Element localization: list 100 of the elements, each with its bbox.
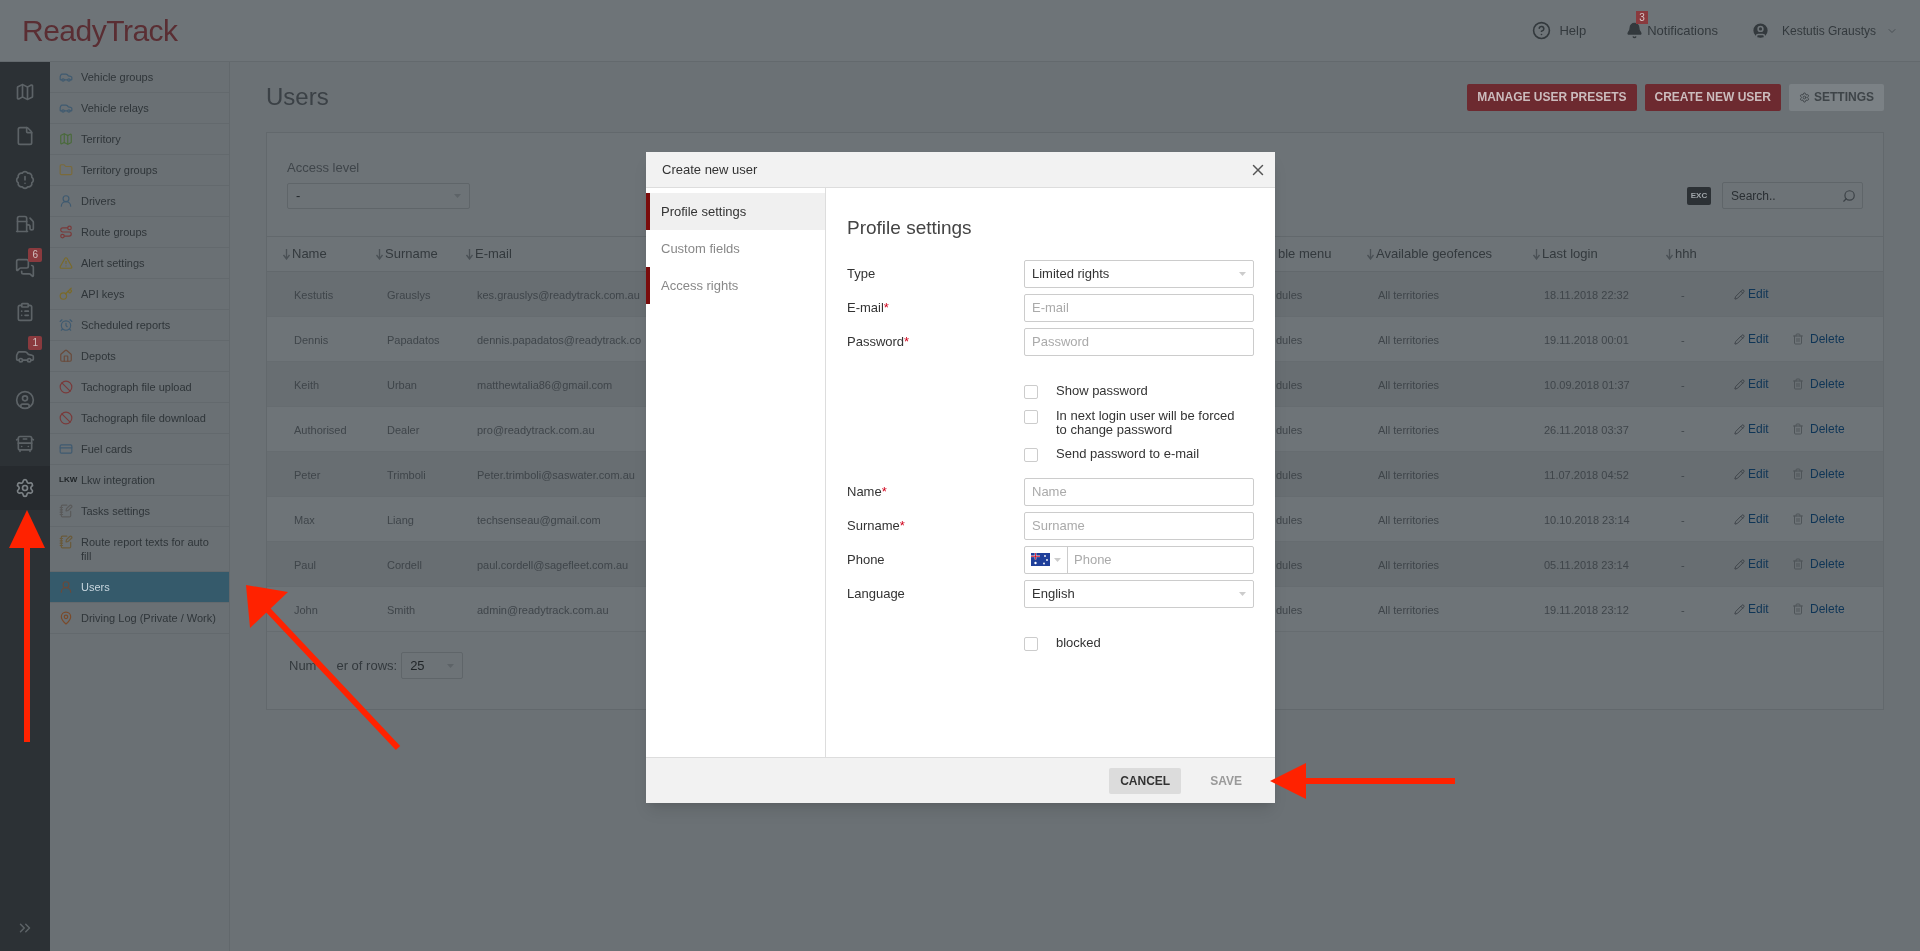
edit-link[interactable]: Edit bbox=[1734, 330, 1769, 348]
text-field[interactable]: E-mail bbox=[1024, 293, 1254, 322]
settings-button[interactable]: SETTINGS bbox=[1789, 83, 1884, 111]
column-header[interactable]: Last login bbox=[1542, 244, 1598, 264]
column-header[interactable]: Name bbox=[292, 244, 327, 264]
delete-link[interactable]: Delete bbox=[1792, 555, 1845, 573]
sidebar-item[interactable]: Scheduled reports bbox=[50, 310, 229, 341]
sidebar-label: Tachograph file upload bbox=[81, 380, 192, 394]
select-field[interactable]: Limited rights bbox=[1024, 259, 1254, 288]
table-cell: - bbox=[1681, 604, 1685, 616]
sidebar-item[interactable]: Driving Log (Private / Work) bbox=[50, 603, 229, 634]
sidebar-label: Territory groups bbox=[81, 163, 158, 177]
document-icon bbox=[15, 126, 35, 146]
export-button[interactable]: EXC bbox=[1687, 186, 1711, 205]
logo[interactable]: ReadyTrack bbox=[22, 8, 178, 53]
rail-item[interactable]: 1 bbox=[0, 334, 50, 378]
field-label: Language bbox=[847, 584, 906, 603]
sidebar-item[interactable]: Alert settings bbox=[50, 248, 229, 279]
sidebar-item[interactable]: Territory bbox=[50, 124, 229, 155]
rail-item[interactable]: 6 bbox=[0, 246, 50, 290]
edit-link[interactable]: Edit bbox=[1734, 555, 1769, 573]
text-field[interactable]: Password bbox=[1024, 327, 1254, 356]
edit-link[interactable]: Edit bbox=[1734, 375, 1769, 393]
edit-link[interactable]: Edit bbox=[1734, 285, 1769, 303]
action-button[interactable]: CREATE NEW USER bbox=[1644, 83, 1781, 111]
delete-link[interactable]: Delete bbox=[1792, 330, 1845, 348]
sidebar-item[interactable]: Tachograph file download bbox=[50, 403, 229, 434]
sidebar-item[interactable]: Users bbox=[50, 572, 229, 603]
count-badge: 6 bbox=[28, 248, 42, 262]
route-icon bbox=[59, 225, 73, 239]
sidebar-item[interactable]: LKW Lkw integration bbox=[50, 465, 229, 496]
delete-link[interactable]: Delete bbox=[1792, 600, 1845, 618]
action-button[interactable]: MANAGE USER PRESETS bbox=[1467, 83, 1637, 111]
sidebar-item[interactable]: Drivers bbox=[50, 186, 229, 217]
phone-field[interactable]: Phone bbox=[1024, 545, 1254, 574]
sidebar-item[interactable]: Vehicle relays bbox=[50, 93, 229, 124]
text-field[interactable]: Surname bbox=[1024, 511, 1254, 540]
column-header[interactable]: hhh bbox=[1675, 244, 1697, 264]
user-name[interactable]: Kestutis Graustys bbox=[1781, 21, 1876, 40]
delete-link[interactable]: Delete bbox=[1792, 510, 1845, 528]
sidebar-item[interactable]: Vehicle groups bbox=[50, 62, 229, 93]
rows-select[interactable]: 25 bbox=[401, 652, 464, 679]
column-header[interactable]: Surname bbox=[385, 244, 438, 264]
dialog-tab[interactable]: Custom fields bbox=[646, 230, 825, 267]
sort-arrow-icon[interactable] bbox=[1367, 248, 1374, 260]
help-link[interactable]: Help bbox=[1559, 20, 1587, 41]
bell-icon[interactable] bbox=[1626, 22, 1644, 39]
search-icon bbox=[1842, 188, 1856, 203]
delete-link[interactable]: Delete bbox=[1792, 375, 1845, 393]
column-header[interactable]: Available geofences bbox=[1376, 244, 1493, 264]
sidebar-item[interactable]: Tasks settings bbox=[50, 496, 229, 527]
sidebar-item[interactable]: Fuel cards bbox=[50, 434, 229, 465]
checkbox[interactable] bbox=[1024, 384, 1038, 399]
phone-input[interactable]: Phone bbox=[1068, 546, 1253, 573]
dialog-tab[interactable]: Access rights bbox=[646, 267, 825, 304]
search-input[interactable]: Search.. bbox=[1731, 186, 1842, 205]
sort-arrow-icon[interactable] bbox=[283, 248, 290, 260]
select-field[interactable]: English bbox=[1024, 579, 1254, 608]
edit-link[interactable]: Edit bbox=[1734, 420, 1769, 438]
sidebar-item[interactable]: Territory groups bbox=[50, 155, 229, 186]
user-avatar-icon[interactable] bbox=[1750, 21, 1770, 40]
sort-arrow-icon[interactable] bbox=[376, 248, 383, 260]
alarm-clock-icon bbox=[59, 318, 73, 332]
checkbox[interactable] bbox=[1024, 636, 1038, 651]
person-icon bbox=[59, 194, 73, 208]
column-header[interactable]: ble menu bbox=[1278, 244, 1332, 264]
delete-link[interactable]: Delete bbox=[1792, 465, 1845, 483]
delete-link[interactable]: Delete bbox=[1792, 420, 1845, 438]
access-level-select[interactable]: - bbox=[287, 183, 470, 209]
checkbox[interactable] bbox=[1024, 409, 1038, 424]
sidebar-item[interactable]: API keys bbox=[50, 279, 229, 310]
checkbox[interactable] bbox=[1024, 447, 1038, 462]
edit-link[interactable]: Edit bbox=[1734, 465, 1769, 483]
map-icon bbox=[59, 132, 73, 146]
trash-icon bbox=[1792, 468, 1804, 480]
checkbox-label: Send password to e-mail bbox=[1056, 446, 1201, 461]
sidebar-item[interactable]: Depots bbox=[50, 341, 229, 372]
table-cell: - bbox=[1681, 514, 1685, 526]
section-heading: Profile settings bbox=[847, 216, 973, 240]
sidebar-item[interactable]: Route groups bbox=[50, 217, 229, 248]
sidebar-item[interactable]: Tachograph file upload bbox=[50, 372, 229, 403]
caret-icon bbox=[1239, 591, 1246, 596]
sort-arrow-icon[interactable] bbox=[1533, 248, 1540, 260]
notifications-link[interactable]: Notifications bbox=[1647, 20, 1718, 41]
field-label: E-mail* bbox=[847, 298, 890, 317]
field-label: Surname* bbox=[847, 516, 906, 535]
sort-arrow-icon[interactable] bbox=[1666, 248, 1673, 260]
rail-item[interactable] bbox=[0, 466, 50, 510]
pencil-icon bbox=[1734, 288, 1745, 300]
edit-link[interactable]: Edit bbox=[1734, 600, 1769, 618]
edit-link[interactable]: Edit bbox=[1734, 510, 1769, 528]
search-field[interactable]: Search.. bbox=[1722, 182, 1863, 209]
text-field[interactable]: Name bbox=[1024, 477, 1254, 506]
sort-arrow-icon[interactable] bbox=[466, 248, 473, 260]
column-header[interactable]: E-mail bbox=[475, 244, 512, 264]
dialog-tab[interactable]: Profile settings bbox=[646, 193, 825, 230]
checkbox-label: blocked bbox=[1056, 635, 1102, 650]
help-icon[interactable] bbox=[1532, 21, 1552, 40]
cancel-button[interactable]: CANCEL bbox=[1109, 767, 1182, 794]
trash-icon bbox=[1792, 333, 1804, 345]
